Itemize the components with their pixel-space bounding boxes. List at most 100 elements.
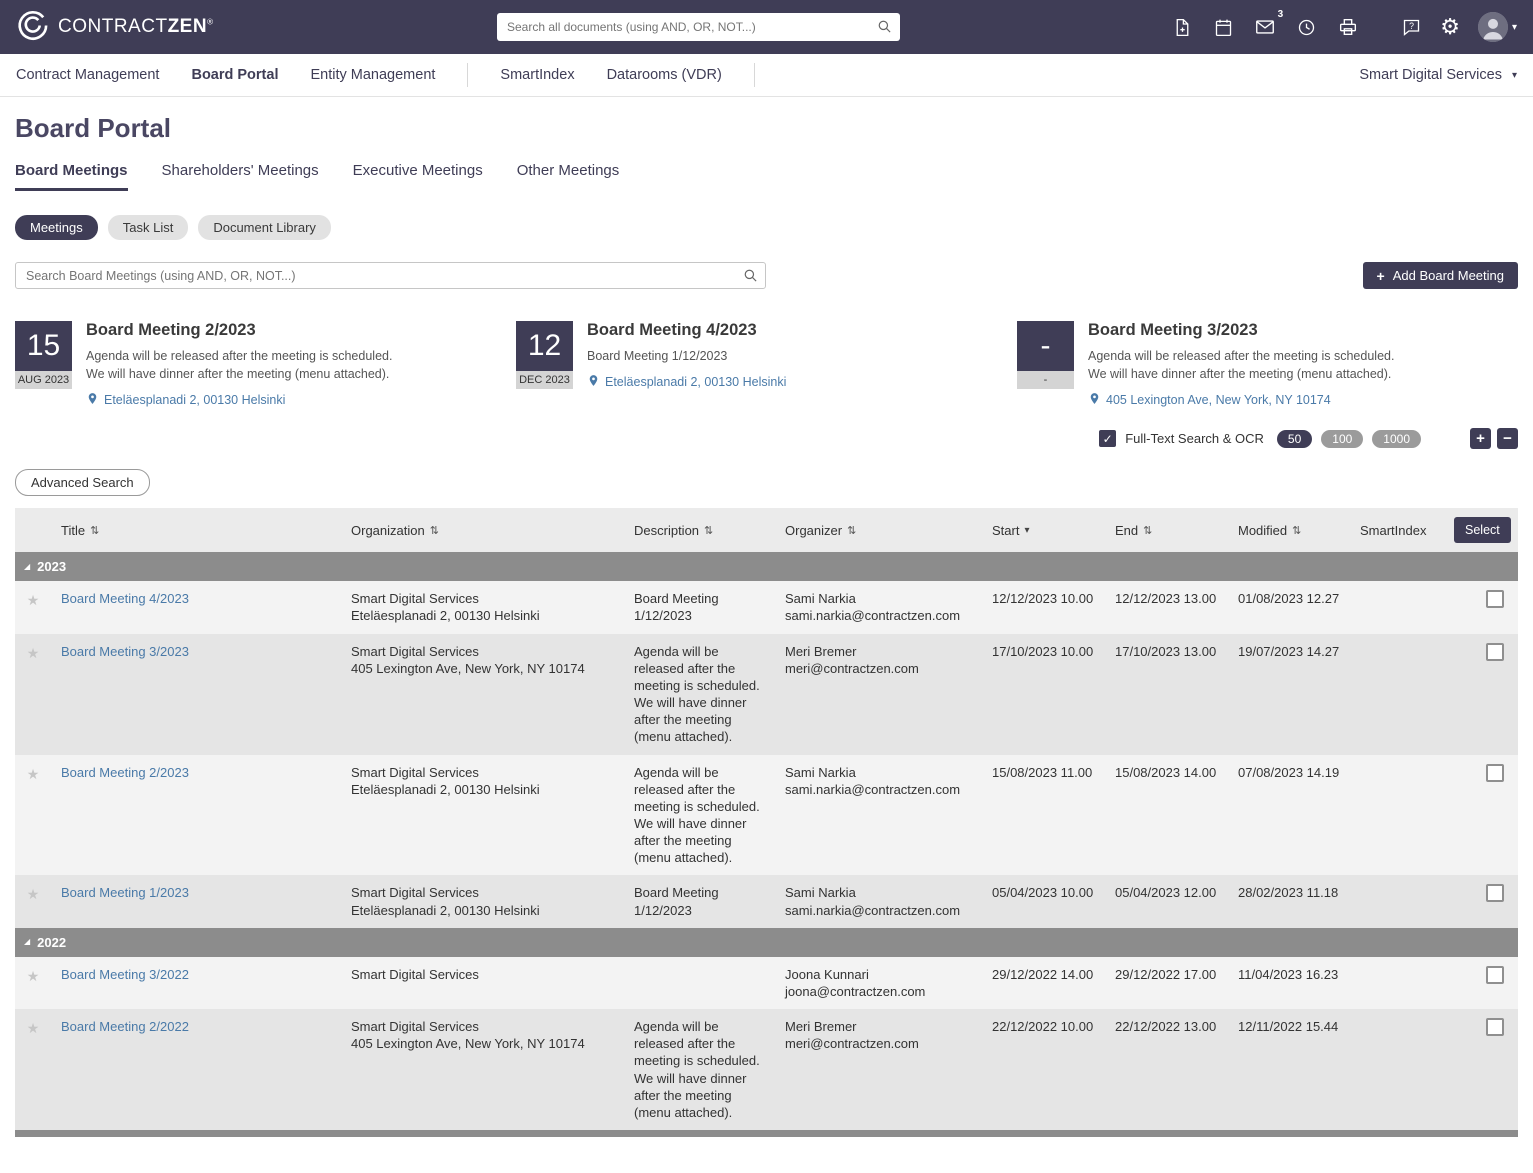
tab-board-meetings[interactable]: Board Meetings — [15, 162, 128, 191]
star-icon[interactable]: ★ — [15, 957, 51, 1009]
help-icon[interactable]: ? — [1401, 17, 1422, 38]
star-icon[interactable]: ★ — [15, 755, 51, 876]
meeting-title-link[interactable]: Board Meeting 3/2022 — [61, 967, 189, 982]
contractzen-logo[interactable]: CONTRACTZEN® — [16, 9, 213, 45]
group-header-2023[interactable]: ◢ 2023 — [15, 552, 1518, 582]
meeting-title-link[interactable]: Board Meeting 2/2023 — [61, 765, 189, 780]
select-button[interactable]: Select — [1454, 517, 1511, 544]
nav-board-portal[interactable]: Board Portal — [191, 67, 278, 83]
column-label: Modified — [1238, 522, 1288, 538]
star-icon[interactable]: ★ — [15, 1009, 51, 1130]
pill-task-list[interactable]: Task List — [107, 215, 189, 240]
settings-gear-icon[interactable]: ⚙ — [1440, 16, 1460, 38]
column-label: Organizer — [785, 522, 843, 538]
meeting-card[interactable]: - - Board Meeting 3/2023 Agenda will be … — [1017, 321, 1518, 408]
column-header-end[interactable]: End ⇅ — [1105, 523, 1228, 538]
smartindex-cell — [1350, 634, 1450, 755]
column-header-organization[interactable]: Organization ⇅ — [341, 523, 624, 538]
map-pin-icon — [86, 392, 99, 408]
end-datetime: 15/08/2023 14.00 — [1115, 764, 1217, 780]
page-size-100[interactable]: 100 — [1321, 429, 1364, 448]
table-row[interactable]: ★ Board Meeting 1/2023 Smart Digital Ser… — [15, 875, 1518, 928]
column-header-start[interactable]: Start ▾ — [982, 523, 1105, 538]
scanner-icon[interactable] — [1337, 16, 1359, 38]
pill-document-library[interactable]: Document Library — [198, 215, 331, 240]
row-checkbox[interactable] — [1486, 884, 1504, 903]
smartindex-cell — [1350, 1009, 1450, 1130]
row-checkbox[interactable] — [1486, 642, 1504, 661]
meeting-card[interactable]: 15 AUG 2023 Board Meeting 2/2023 Agenda … — [15, 321, 516, 408]
global-search-input[interactable] — [497, 13, 900, 41]
meeting-title-link[interactable]: Board Meeting 2/2022 — [61, 1019, 189, 1034]
column-header-description[interactable]: Description ⇅ — [624, 523, 775, 538]
search-icon[interactable] — [743, 268, 758, 286]
calendar-icon[interactable] — [1213, 17, 1234, 38]
nav-contract-management[interactable]: Contract Management — [16, 67, 159, 83]
meeting-card[interactable]: 12 DEC 2023 Board Meeting 4/2023 Board M… — [516, 321, 1017, 408]
row-checkbox[interactable] — [1486, 763, 1504, 782]
date-day: 15 — [15, 321, 72, 371]
table-row[interactable]: ★ Board Meeting 3/2022 Smart Digital Ser… — [15, 956, 1518, 1010]
date-month-year: AUG 2023 — [15, 371, 72, 389]
star-icon[interactable]: ★ — [15, 634, 51, 755]
search-icon[interactable] — [877, 19, 892, 37]
group-header-2022[interactable]: ◢ 2022 — [15, 927, 1518, 957]
meeting-title-link[interactable]: Board Meeting 1/2023 — [61, 885, 189, 900]
star-icon[interactable]: ★ — [15, 875, 51, 927]
modified-datetime: 07/08/2023 14.19 — [1238, 764, 1340, 780]
table-row[interactable]: ★ Board Meeting 2/2023 Smart Digital Ser… — [15, 754, 1518, 876]
organizer-email: sami.narkia@contractzen.com — [785, 902, 961, 918]
table-row[interactable]: ★ Board Meeting 4/2023 Smart Digital Ser… — [15, 581, 1518, 634]
meeting-card-location[interactable]: Eteläesplanadi 2, 00130 Helsinki — [587, 374, 786, 390]
page-title: Board Portal — [15, 113, 172, 143]
org-address: Eteläesplanadi 2, 00130 Helsinki — [351, 902, 540, 918]
logo-text: CONTRACTZEN® — [58, 16, 214, 37]
tenant-selector[interactable]: Smart Digital Services ▾ — [1359, 67, 1517, 83]
add-board-meeting-button[interactable]: + Add Board Meeting — [1362, 262, 1518, 289]
nav-entity-management[interactable]: Entity Management — [310, 67, 435, 83]
board-meetings-search-input[interactable] — [15, 262, 766, 289]
column-header-title[interactable]: Title ⇅ — [51, 523, 341, 538]
meeting-card-title[interactable]: Board Meeting 4/2023 — [587, 321, 786, 340]
pill-meetings[interactable]: Meetings — [15, 215, 98, 240]
tab-other-meetings[interactable]: Other Meetings — [517, 162, 620, 191]
meeting-card-location[interactable]: Eteläesplanadi 2, 00130 Helsinki — [86, 392, 392, 408]
description — [624, 957, 775, 1009]
row-checkbox[interactable] — [1486, 1018, 1504, 1037]
date-box: 12 DEC 2023 — [516, 321, 573, 408]
org-address: 405 Lexington Ave, New York, NY 10174 — [351, 1036, 585, 1052]
mail-badge: 3 — [1277, 9, 1284, 20]
end-datetime: 05/04/2023 12.00 — [1115, 885, 1217, 901]
tab-executive-meetings[interactable]: Executive Meetings — [353, 162, 483, 191]
user-avatar[interactable]: ▾ — [1477, 12, 1517, 42]
history-icon[interactable] — [1296, 17, 1317, 38]
meeting-card-location[interactable]: 405 Lexington Ave, New York, NY 10174 — [1088, 392, 1394, 408]
meeting-title-link[interactable]: Board Meeting 4/2023 — [61, 591, 189, 606]
advanced-search-button[interactable]: Advanced Search — [15, 469, 150, 497]
meeting-card-title[interactable]: Board Meeting 2/2023 — [86, 321, 392, 340]
expand-button[interactable]: + — [1470, 428, 1491, 450]
column-label: SmartIndex — [1360, 522, 1427, 538]
fulltext-search-checkbox[interactable]: ✓ — [1099, 430, 1117, 448]
page-size-50[interactable]: 50 — [1276, 429, 1313, 448]
table-row[interactable]: ★ Board Meeting 3/2023 Smart Digital Ser… — [15, 633, 1518, 755]
row-checkbox[interactable] — [1486, 590, 1504, 609]
row-checkbox[interactable] — [1486, 965, 1504, 984]
meeting-title-link[interactable]: Board Meeting 3/2023 — [61, 644, 189, 659]
mail-icon[interactable]: 3 — [1254, 9, 1283, 38]
chevron-down-icon: ▾ — [1511, 21, 1517, 33]
collapse-button[interactable]: − — [1497, 428, 1518, 450]
new-document-icon[interactable] — [1172, 17, 1193, 38]
page-size-1000[interactable]: 1000 — [1372, 429, 1421, 448]
nav-datarooms[interactable]: Datarooms (VDR) — [607, 67, 722, 83]
tab-shareholders-meetings[interactable]: Shareholders' Meetings — [162, 162, 319, 191]
column-header-organizer[interactable]: Organizer ⇅ — [775, 523, 982, 538]
top-bar: CONTRACTZEN® 3 ? ⚙ — [0, 0, 1533, 54]
star-icon[interactable]: ★ — [15, 581, 51, 633]
table-row[interactable]: ★ Board Meeting 2/2022 Smart Digital Ser… — [15, 1009, 1518, 1130]
meeting-card-title[interactable]: Board Meeting 3/2023 — [1088, 321, 1394, 340]
column-label: Description — [634, 522, 700, 538]
column-header-modified[interactable]: Modified ⇅ — [1228, 523, 1350, 538]
organizer-name: Sami Narkia — [785, 885, 856, 901]
nav-smartindex[interactable]: SmartIndex — [500, 67, 574, 83]
